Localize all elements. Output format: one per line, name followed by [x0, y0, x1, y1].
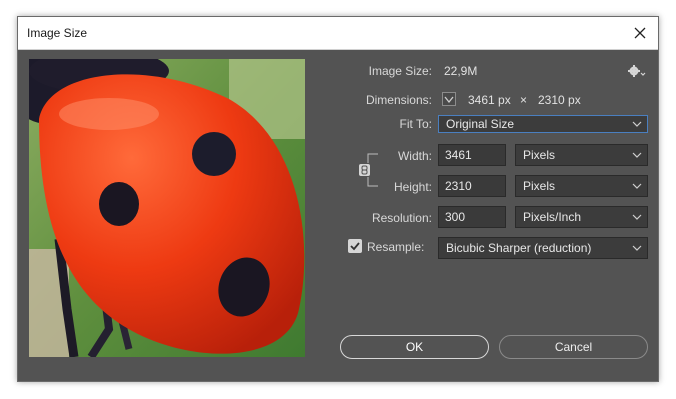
- resample-method-select[interactable]: Bicubic Sharper (reduction): [438, 237, 648, 259]
- width-label: Width:: [397, 149, 432, 163]
- image-size-value: 22,9M: [444, 64, 478, 78]
- resolution-unit-value: Pixels/Inch: [523, 210, 582, 224]
- resample-method-value: Bicubic Sharper (reduction): [446, 241, 592, 255]
- height-unit-value: Pixels: [523, 179, 556, 193]
- width-input[interactable]: 3461: [438, 144, 506, 166]
- dimensions-toggle[interactable]: [442, 92, 456, 106]
- image-preview[interactable]: [29, 59, 305, 357]
- fit-to-select[interactable]: Original Size: [438, 115, 648, 133]
- resolution-input[interactable]: 300: [438, 206, 506, 228]
- resolution-unit-select[interactable]: Pixels/Inch: [515, 206, 648, 228]
- title-bar: Image Size: [18, 17, 658, 50]
- resample-checkbox[interactable]: [348, 239, 362, 253]
- settings-gear-button[interactable]: [628, 64, 646, 78]
- fit-to-value: Original Size: [446, 117, 515, 131]
- width-unit-select[interactable]: Pixels: [515, 144, 648, 166]
- width-unit-value: Pixels: [523, 148, 556, 162]
- resample-label: Resample:: [367, 240, 425, 254]
- close-button[interactable]: [622, 17, 658, 49]
- dimensions-height: 2310 px: [538, 93, 581, 107]
- chevron-down-icon: [444, 96, 454, 104]
- resolution-label: Resolution:: [371, 211, 432, 225]
- height-input[interactable]: 2310: [438, 175, 506, 197]
- image-size-dialog: Image Size Image Size: 22,9M Dimensions:…: [17, 16, 659, 382]
- ok-button[interactable]: OK: [340, 335, 489, 359]
- gear-icon: [628, 65, 646, 77]
- ladybug-preview-image: [29, 59, 305, 357]
- chevron-down-icon: [632, 214, 642, 220]
- chevron-down-icon: [632, 245, 642, 251]
- height-unit-select[interactable]: Pixels: [515, 175, 648, 197]
- image-size-label: Image Size:: [368, 64, 432, 78]
- chevron-down-icon: [632, 183, 642, 189]
- dialog-title: Image Size: [27, 26, 88, 40]
- chevron-down-icon: [632, 152, 642, 158]
- checkmark-icon: [350, 242, 360, 251]
- chevron-down-icon: [632, 121, 642, 127]
- dimensions-label: Dimensions:: [365, 93, 432, 107]
- close-icon: [634, 27, 646, 39]
- dimensions-times: ×: [520, 93, 528, 107]
- fit-to-label: Fit To:: [399, 117, 432, 131]
- dimensions-width: 3461 px: [468, 93, 511, 107]
- height-label: Height:: [393, 180, 432, 194]
- cancel-button[interactable]: Cancel: [499, 335, 648, 359]
